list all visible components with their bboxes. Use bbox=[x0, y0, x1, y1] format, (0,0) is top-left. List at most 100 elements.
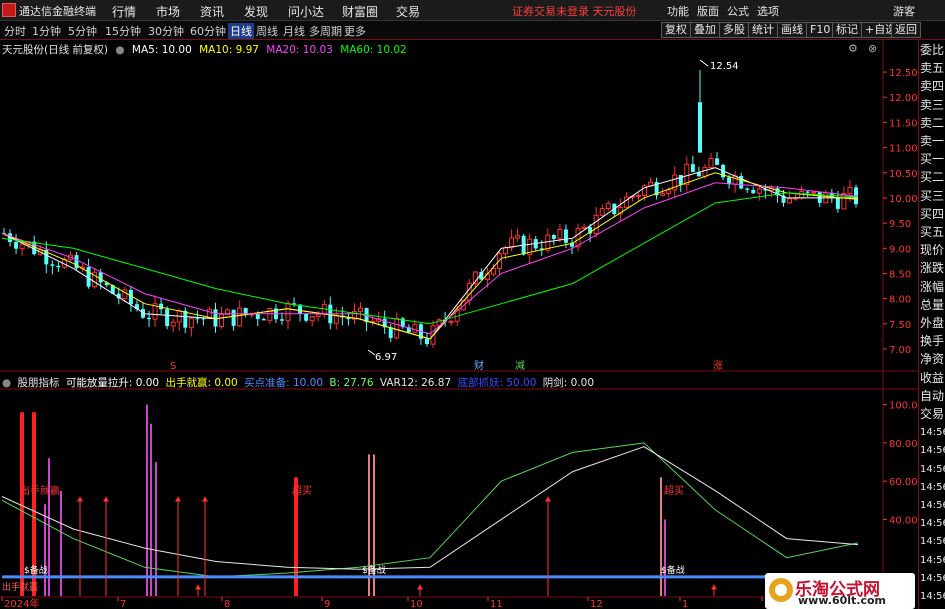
sidebar-item[interactable]: 买一 bbox=[920, 152, 945, 167]
chart-settings-icon[interactable]: ⚙ bbox=[848, 42, 858, 55]
kline-chart-area[interactable]: 12.50 12.00 11.50 11.00 10.50 10.00 9.50 9.00 8.… bbox=[0, 0, 945, 609]
date-tick-label: 1 bbox=[682, 599, 688, 609]
candle-body bbox=[309, 316, 315, 322]
date-tick-label: 7 bbox=[120, 599, 126, 609]
sidebar-item[interactable]: 买二 bbox=[920, 170, 945, 185]
sidebar-item[interactable]: 14:56 bbox=[920, 425, 945, 440]
candle-body bbox=[201, 318, 206, 320]
candle-body bbox=[388, 327, 393, 338]
indicator-tick-label: 80.00 bbox=[889, 439, 918, 450]
candle-body bbox=[727, 177, 732, 185]
date-tick-label: 8 bbox=[224, 599, 230, 609]
candle-body bbox=[496, 253, 502, 270]
stock-name[interactable]: 天元股份(日线 前复权) bbox=[2, 44, 108, 56]
sidebar-item[interactable]: 委比 bbox=[920, 43, 945, 58]
sidebar-item[interactable]: 买五 bbox=[920, 225, 945, 240]
indicator-name[interactable]: 股朋指标 bbox=[18, 377, 60, 389]
candle-body bbox=[394, 317, 400, 339]
buy-arrow-icon bbox=[175, 496, 181, 502]
sidebar-item[interactable]: 14:56 bbox=[920, 462, 945, 477]
low-price-label: 6.97 bbox=[375, 352, 397, 363]
sidebar-item[interactable]: 卖四 bbox=[920, 79, 945, 94]
sidebar-item[interactable]: 现价 bbox=[920, 243, 945, 258]
sidebar-item[interactable]: 净资 bbox=[920, 352, 945, 367]
indicator-tick-label: 60.00 bbox=[889, 477, 918, 488]
candle-body bbox=[188, 317, 194, 329]
sidebar-item[interactable]: 总量 bbox=[920, 298, 945, 313]
sidebar-item[interactable]: 涨跌 bbox=[920, 261, 945, 276]
candle-body bbox=[219, 313, 225, 327]
candle-body bbox=[170, 321, 176, 327]
price-tick-label: 12.50 bbox=[889, 68, 918, 79]
chart-close-icon[interactable]: ⊗ bbox=[868, 42, 877, 55]
buy-arrow-icon bbox=[195, 584, 201, 590]
ma-settings-icon[interactable]: ● bbox=[115, 44, 124, 56]
sidebar-item[interactable]: 卖三 bbox=[920, 98, 945, 113]
buy-arrow-icon bbox=[711, 584, 717, 590]
price-tick-label: 10.50 bbox=[889, 169, 918, 180]
indicator-b-line bbox=[1, 442, 859, 578]
sidebar-item[interactable]: 卖一 bbox=[920, 134, 945, 149]
candle-body bbox=[756, 188, 762, 194]
event-mark-finance[interactable]: 财 bbox=[474, 359, 484, 372]
indicator-l3: 买点准备: 10.00 bbox=[244, 377, 324, 389]
event-mark-reduce[interactable]: 减 bbox=[515, 360, 525, 372]
sidebar-item[interactable]: 卖五 bbox=[920, 61, 945, 76]
sidebar-item[interactable]: 买三 bbox=[920, 189, 945, 204]
candle-body bbox=[279, 319, 284, 321]
indicator-legend: ● 股朋指标 可能放量拉升: 0.00 出手就赢: 0.00 买点准备: 10.… bbox=[2, 375, 597, 389]
sidebar-item[interactable]: 交易 bbox=[920, 407, 945, 422]
indicator-tick-label: 40.00 bbox=[889, 515, 918, 526]
candle-body bbox=[285, 302, 291, 322]
sidebar-item[interactable]: 买四 bbox=[920, 207, 945, 222]
event-mark-rise[interactable]: 涨 bbox=[713, 360, 723, 372]
candle-body bbox=[635, 194, 641, 197]
candle-body bbox=[165, 309, 170, 327]
candle-body bbox=[835, 197, 840, 209]
signal-bar bbox=[48, 458, 50, 596]
sidebar-item[interactable]: 14:56 bbox=[920, 553, 945, 568]
buy-arrow-icon bbox=[545, 496, 551, 502]
candle-body bbox=[581, 226, 587, 229]
sidebar-item[interactable]: 14:56 bbox=[920, 571, 945, 586]
sidebar-item[interactable]: 14:56 bbox=[920, 534, 945, 549]
candle-body bbox=[811, 191, 817, 194]
sidebar-item[interactable]: 涨幅 bbox=[920, 280, 945, 295]
sidebar-item[interactable]: 14:56 bbox=[920, 443, 945, 458]
sidebar-item[interactable]: 换手 bbox=[920, 334, 945, 349]
candle-body bbox=[267, 307, 273, 321]
buy-arrow-icon bbox=[417, 584, 423, 590]
sidebar-item[interactable]: 14:56 bbox=[920, 480, 945, 495]
event-mark-s[interactable]: S bbox=[170, 361, 176, 372]
price-tick-label: 11.50 bbox=[889, 118, 918, 129]
candle-body bbox=[503, 247, 509, 255]
overbought-label: 超买 bbox=[292, 484, 312, 497]
candle-body bbox=[563, 229, 568, 243]
sidebar-item[interactable]: 外盘 bbox=[920, 316, 945, 331]
candle-body bbox=[698, 102, 702, 153]
high-price-label: 12.54 bbox=[710, 61, 739, 72]
prep-label-1: $备战 bbox=[24, 564, 48, 576]
price-tick-label: 8.50 bbox=[889, 269, 911, 280]
sidebar-item[interactable]: 14:56 bbox=[920, 589, 945, 604]
price-tick-label: 11.00 bbox=[889, 144, 918, 155]
candle-body bbox=[213, 309, 218, 327]
watermark-logo-icon bbox=[769, 578, 793, 602]
candle-body bbox=[678, 175, 683, 185]
buy-signal-label: 出手就赢 bbox=[20, 484, 60, 497]
sidebar-item[interactable]: 自动 bbox=[920, 389, 945, 404]
price-tick-label: 9.00 bbox=[889, 244, 911, 255]
candle-body bbox=[515, 235, 521, 239]
candle-body bbox=[751, 189, 756, 194]
sidebar-item[interactable]: 收益 bbox=[920, 371, 945, 386]
quote-sidebar: 委比卖五卖四卖三卖二卖一买一买二买三买四买五现价涨跌涨幅总量外盘换手净资收益自动… bbox=[918, 40, 945, 609]
indicator-settings-icon[interactable]: ● bbox=[2, 377, 11, 389]
indicator-arrows bbox=[77, 496, 717, 596]
sidebar-item[interactable]: 14:56 bbox=[920, 516, 945, 531]
candle-body bbox=[660, 193, 666, 196]
candle-body bbox=[315, 313, 321, 318]
date-tick-label: 2024年 bbox=[4, 597, 39, 609]
sidebar-item[interactable]: 卖二 bbox=[920, 116, 945, 131]
prep-label-3: $备战 bbox=[661, 564, 685, 576]
sidebar-item[interactable]: 14:56 bbox=[920, 498, 945, 513]
